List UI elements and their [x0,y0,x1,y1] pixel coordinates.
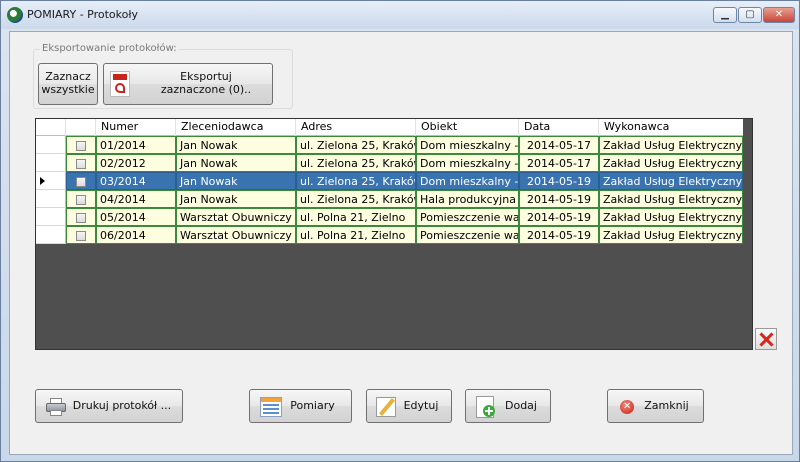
table-row[interactable]: 01/2014 Jan Nowak ul. Zielona 25, Kraków… [66,136,743,154]
close-label: Zamknij [644,399,689,412]
cell-wykonawca: Zakład Usług Elektrycznych [599,154,743,172]
row-checkbox[interactable] [76,141,86,151]
row-checkbox[interactable] [76,213,86,223]
cell-numer: 02/2012 [96,154,176,172]
print-protocol-button[interactable]: Drukuj protokół ... [35,389,183,423]
header-obiekt[interactable]: Obiekt [416,119,519,136]
cell-data: 2014-05-19 [519,208,599,226]
header-adres[interactable]: Adres [296,119,416,136]
title-bar[interactable]: POMIARY - Protokoły ▁ ▢ ✕ [1,1,799,29]
delete-button[interactable] [755,328,777,350]
cell-adres: ul. Zielona 25, Kraków [296,190,416,208]
measurements-label: Pomiary [290,399,335,412]
header-checkbox[interactable] [66,119,96,136]
maximize-icon: ▢ [745,9,755,20]
add-document-icon [476,396,495,418]
edit-button[interactable]: Edytuj [366,389,452,423]
close-icon: ✕ [774,9,784,20]
cell-zleceniodawca: Jan Nowak [176,190,296,208]
cell-obiekt: Hala produkcyjna [416,190,519,208]
cell-wykonawca: Zakład Usług Elektrycznych [599,172,743,190]
export-line2: zaznaczone (0).. [160,83,252,96]
cell-zleceniodawca: Jan Nowak [176,154,296,172]
measurements-button[interactable]: Pomiary [249,389,352,423]
cell-data: 2014-05-19 [519,190,599,208]
header-numer[interactable]: Numer [96,119,176,136]
client-area: Eksportowanie protokołów: Zaznacz wszyst… [9,31,793,455]
cell-zleceniodawca: Warsztat Obuwniczy [176,208,296,226]
row-header[interactable] [36,190,66,208]
row-header[interactable] [36,154,66,172]
cell-data: 2014-05-17 [519,136,599,154]
cell-obiekt: Pomieszczenie wa... [416,208,519,226]
header-row-selector [36,119,66,136]
row-header[interactable] [36,208,66,226]
close-button[interactable]: ✕ Zamknij [607,389,704,423]
cell-obiekt: Pomieszczenie wa... [416,226,519,244]
app-icon [7,7,23,23]
minimize-icon: ▁ [721,9,729,20]
cell-numer: 04/2014 [96,190,176,208]
print-protocol-label: Drukuj protokół ... [72,399,172,412]
cell-zleceniodawca: Warsztat Obuwniczy [176,226,296,244]
cell-wykonawca: Zakład Usług Elektrycznych [599,208,743,226]
add-button[interactable]: Dodaj [465,389,551,423]
cell-adres: ul. Polna 21, Zielno [296,208,416,226]
row-checkbox[interactable] [76,177,86,187]
cell-adres: ul. Zielona 25, Kraków [296,172,416,190]
table-icon [260,397,282,417]
cell-data: 2014-05-19 [519,172,599,190]
close-window-button[interactable]: ✕ [763,7,795,23]
cell-data: 2014-05-19 [519,226,599,244]
select-all-line1: Zaznacz [45,70,91,83]
select-all-line2: wszystkie [41,83,95,96]
app-window: POMIARY - Protokoły ▁ ▢ ✕ Eksportowanie … [0,0,800,462]
row-header[interactable] [36,226,66,244]
cell-numer: 06/2014 [96,226,176,244]
printer-icon [46,398,66,416]
row-checkbox[interactable] [76,195,86,205]
header-wykonawca[interactable]: Wykonawca [599,119,743,136]
export-selected-button[interactable]: Eksportuj zaznaczone (0).. [103,63,273,105]
window-title: POMIARY - Protokoły [27,8,139,21]
pencil-icon [376,397,396,417]
select-all-button[interactable]: Zaznacz wszystkie [38,63,98,105]
cell-adres: ul. Zielona 25, Kraków [296,154,416,172]
table-row-selected[interactable]: 03/2014 Jan Nowak ul. Zielona 25, Kraków… [66,172,743,190]
row-header[interactable] [36,136,66,154]
cell-wykonawca: Zakład Usług Elektrycznych [599,226,743,244]
minimize-button[interactable]: ▁ [713,7,737,23]
close-circle-icon: ✕ [620,400,634,414]
cell-adres: ul. Zielona 25, Kraków [296,136,416,154]
cell-data: 2014-05-17 [519,154,599,172]
header-data[interactable]: Data [519,119,599,136]
table-row[interactable]: 06/2014 Warsztat Obuwniczy ul. Polna 21,… [66,226,743,244]
header-zleceniodawca[interactable]: Zleceniodawca [176,119,296,136]
cell-numer: 03/2014 [96,172,176,190]
cell-numer: 01/2014 [96,136,176,154]
cell-numer: 05/2014 [96,208,176,226]
export-line1: Eksportuj [180,70,232,83]
cell-obiekt: Dom mieszkalny - ... [416,154,519,172]
cell-adres: ul. Polna 21, Zielno [296,226,416,244]
row-checkbox[interactable] [76,231,86,241]
cell-zleceniodawca: Jan Nowak [176,172,296,190]
edit-label: Edytuj [403,399,439,412]
table-row[interactable]: 02/2012 Jan Nowak ul. Zielona 25, Kraków… [66,154,743,172]
cell-wykonawca: Zakład Usług Elektrycznych [599,136,743,154]
pdf-icon [110,71,130,97]
add-label: Dodaj [505,399,537,412]
cell-zleceniodawca: Jan Nowak [176,136,296,154]
cell-wykonawca: Zakład Usług Elektrycznych [599,190,743,208]
export-group-label: Eksportowanie protokołów: [40,43,179,54]
row-header-current[interactable] [36,172,66,190]
cell-obiekt: Dom mieszkalny - ... [416,136,519,154]
cell-obiekt: Dom mieszkalny - ... [416,172,519,190]
maximize-button[interactable]: ▢ [738,7,762,23]
table-row[interactable]: 04/2014 Jan Nowak ul. Zielona 25, Kraków… [66,190,743,208]
row-checkbox[interactable] [76,159,86,169]
protocols-grid[interactable]: Numer Zleceniodawca Adres Obiekt Data Wy… [35,118,753,350]
table-row[interactable]: 05/2014 Warsztat Obuwniczy ul. Polna 21,… [66,208,743,226]
grid-header: Numer Zleceniodawca Adres Obiekt Data Wy… [36,119,743,136]
